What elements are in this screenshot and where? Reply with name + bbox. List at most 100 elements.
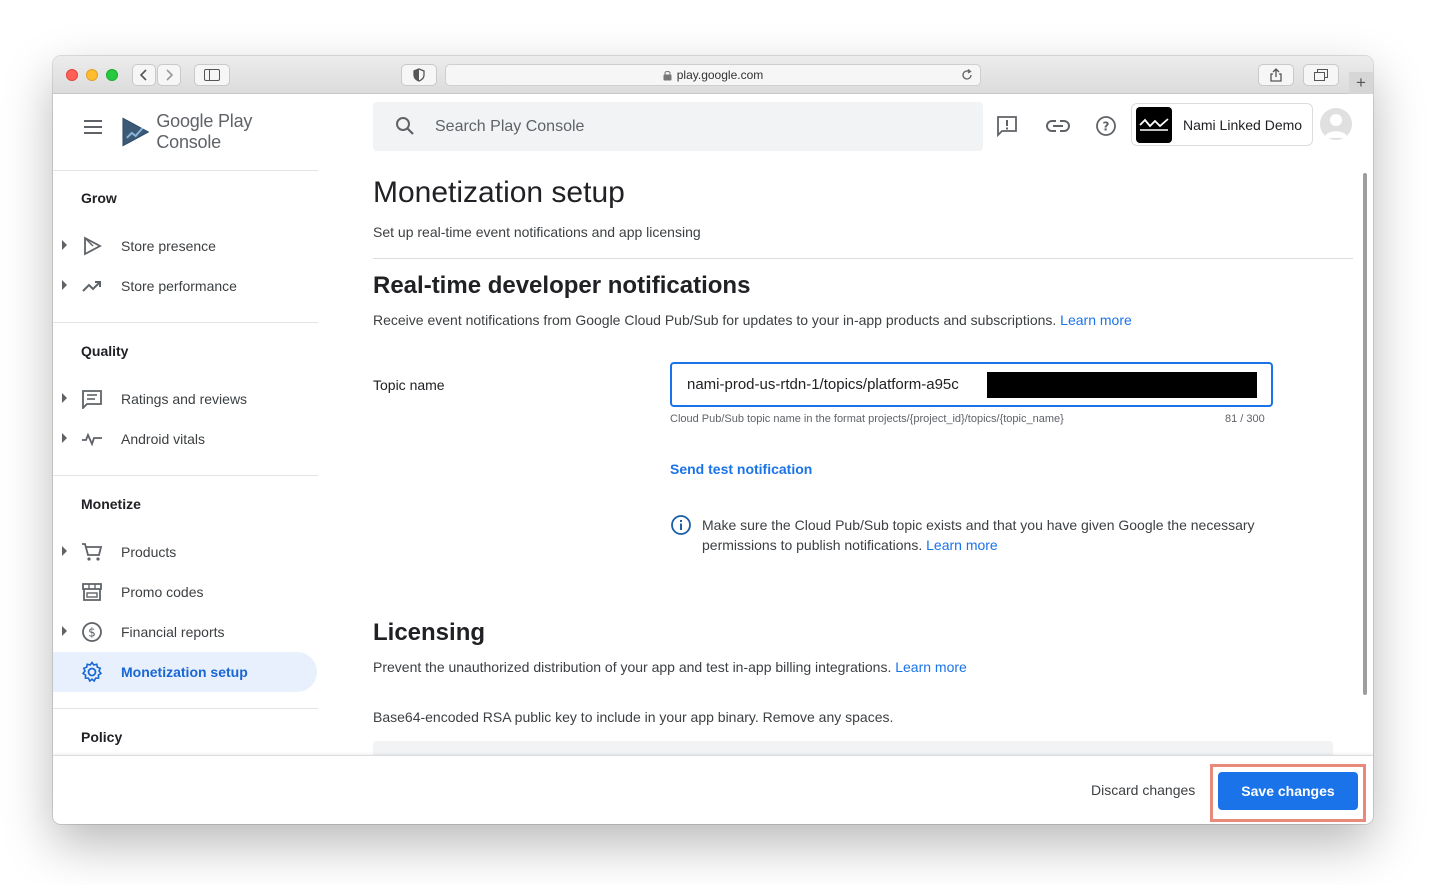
share-button[interactable] [1258, 64, 1294, 86]
sidebar-item-label: Financial reports [121, 624, 225, 640]
expand-caret-icon [62, 393, 67, 403]
link-icon [1046, 120, 1070, 132]
sidebar-divider [53, 322, 318, 323]
gear-icon [81, 661, 103, 683]
account-name: Nami Linked Demo [1183, 117, 1303, 133]
section-title-grow: Grow [81, 190, 117, 206]
licensing-heading: Licensing [373, 619, 486, 646]
sidebar-item-products[interactable]: Products [53, 532, 317, 572]
info-icon [671, 515, 691, 535]
rtdn-description: Receive event notifications from Google … [373, 312, 1132, 328]
sidebar-item-label: Store presence [121, 238, 216, 254]
redaction-block [987, 372, 1257, 398]
save-changes-button[interactable]: Save changes [1218, 772, 1358, 810]
topic-name-input[interactable]: nami-prod-us-rtdn-1/topics/platform-a95c [670, 362, 1273, 407]
logo-text: Google Play Console [156, 111, 318, 153]
page-subtitle: Set up real-time event notifications and… [373, 224, 701, 240]
sidebar-item-label: Promo codes [121, 584, 204, 600]
link-button[interactable] [1045, 113, 1071, 139]
tab-overview-button[interactable] [1303, 64, 1339, 86]
privacy-report-button[interactable] [401, 64, 437, 86]
section-title-quality: Quality [81, 343, 129, 359]
back-button[interactable] [132, 64, 156, 86]
sidebar-item-ratings-and-reviews[interactable]: Ratings and reviews [53, 379, 317, 419]
expand-caret-icon [62, 546, 67, 556]
sidebar-item-label: Ratings and reviews [121, 391, 248, 407]
sidebar-item-android-vitals[interactable]: Android vitals [53, 419, 317, 459]
search-bar[interactable]: Search Play Console [373, 102, 983, 151]
rsa-key-label: Base64-encoded RSA public key to include… [373, 709, 894, 725]
info-message: Make sure the Cloud Pub/Sub topic exists… [702, 515, 1292, 555]
topic-name-char-counter: 81 / 300 [1225, 413, 1265, 425]
forward-button[interactable] [157, 64, 181, 86]
rtdn-description-text: Receive event notifications from Google … [373, 312, 1057, 328]
feedback-button[interactable] [994, 113, 1020, 139]
info-learn-more-link[interactable]: Learn more [926, 537, 998, 553]
sidebar-item-monetization-setup[interactable]: Monetization setup [53, 652, 317, 692]
close-window-button[interactable] [66, 69, 78, 81]
reload-icon[interactable] [960, 68, 974, 82]
wave-icon [1139, 118, 1169, 131]
search-input[interactable]: Search Play Console [435, 118, 584, 136]
avatar[interactable] [1320, 108, 1352, 140]
play-console-logo-icon [122, 117, 150, 147]
logo-text-google: Google Play [156, 111, 253, 131]
sidebar-divider [53, 708, 318, 709]
new-tab-button[interactable]: + [1349, 72, 1373, 94]
sidebar-item-store-performance[interactable]: Store performance [53, 266, 317, 306]
svg-text:$: $ [88, 626, 96, 640]
rtdn-heading: Real-time developer notifications [373, 272, 751, 299]
dollar-icon: $ [81, 621, 103, 643]
trending-up-icon [81, 275, 103, 297]
sidebar-toggle-button[interactable] [194, 64, 230, 86]
sidebar-item-financial-reports[interactable]: $ Financial reports [53, 612, 317, 652]
play-console-logo[interactable]: Google Play Console [121, 111, 318, 153]
help-button[interactable]: ? [1093, 113, 1119, 139]
chevron-right-icon [166, 69, 174, 81]
minimize-window-button[interactable] [86, 69, 98, 81]
sidebar-divider [53, 475, 318, 476]
plus-icon: + [1356, 73, 1366, 92]
sidebar-item-promo-codes[interactable]: Promo codes [53, 572, 317, 612]
expand-caret-icon [62, 433, 67, 443]
reviews-icon [81, 388, 103, 410]
account-switcher[interactable]: Nami Linked Demo [1131, 103, 1313, 146]
send-test-notification-link[interactable]: Send test notification [670, 461, 812, 477]
expand-caret-icon [62, 626, 67, 636]
address-bar[interactable]: play.google.com [445, 64, 981, 86]
sidebar-item-store-presence[interactable]: Store presence [53, 226, 317, 266]
app-logo [1136, 107, 1172, 143]
cart-icon [81, 541, 103, 563]
browser-toolbar: play.google.com [53, 56, 1373, 94]
sidebar-icon [204, 69, 220, 81]
user-icon [1324, 114, 1348, 138]
scrollbar[interactable] [1363, 173, 1367, 695]
licensing-description-text: Prevent the unauthorized distribution of… [373, 659, 892, 675]
sidebar-item-label: Products [121, 544, 177, 560]
svg-text:?: ? [1103, 120, 1110, 134]
action-footer: Discard changes Save changes [53, 755, 1373, 824]
vitals-icon [81, 428, 103, 450]
share-icon [1270, 68, 1282, 82]
expand-caret-icon [62, 280, 67, 290]
licensing-description: Prevent the unauthorized distribution of… [373, 659, 967, 675]
feedback-icon [997, 116, 1017, 137]
page-title: Monetization setup [373, 176, 625, 209]
logo-text-console: Console [156, 132, 221, 152]
zoom-window-button[interactable] [106, 69, 118, 81]
topic-name-label: Topic name [373, 377, 445, 393]
topic-name-value: nami-prod-us-rtdn-1/topics/platform-a95c [687, 376, 959, 393]
address-url: play.google.com [676, 68, 764, 82]
rtdn-learn-more-link[interactable]: Learn more [1060, 312, 1132, 328]
sidebar-item-label: Android vitals [121, 431, 206, 447]
tabs-icon [1314, 69, 1328, 81]
menu-icon[interactable] [83, 120, 103, 134]
section-title-monetize: Monetize [81, 496, 141, 512]
licensing-learn-more-link[interactable]: Learn more [895, 659, 967, 675]
sidebar-item-label: Monetization setup [121, 664, 248, 680]
store-icon [81, 581, 103, 603]
chevron-left-icon [139, 69, 147, 81]
discard-changes-button[interactable]: Discard changes [1091, 782, 1195, 798]
expand-caret-icon [62, 240, 67, 250]
content-divider [373, 258, 1353, 259]
